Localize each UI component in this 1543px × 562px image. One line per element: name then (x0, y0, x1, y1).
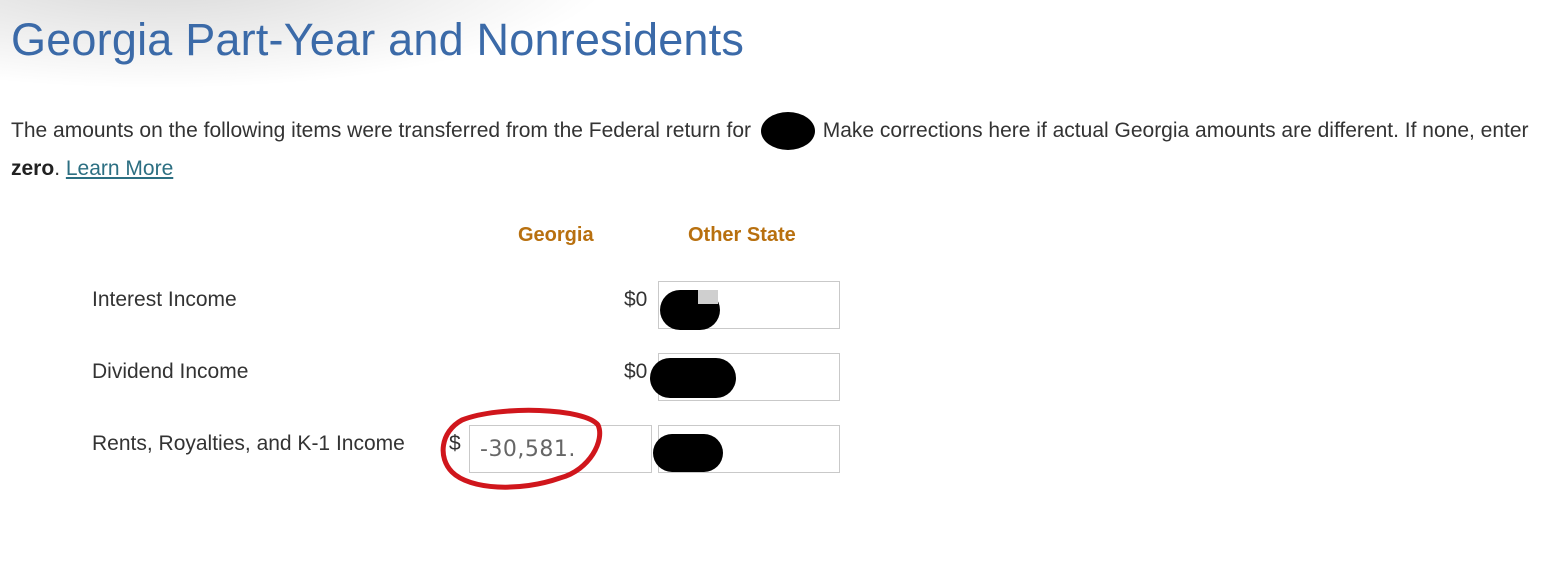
redaction-mark (760, 112, 815, 151)
page-title: Georgia Part-Year and Nonresidents (11, 14, 745, 65)
row-label-dividend-income: Dividend Income (92, 360, 249, 383)
georgia-rents-field[interactable] (470, 426, 651, 472)
currency-symbol: $ (449, 432, 461, 455)
row-label-interest-income: Interest Income (92, 288, 237, 311)
row-label-rents-royalties: Rents, Royalties, and K-1 Income (92, 432, 405, 455)
page: Georgia Part-Year and Nonresidents The a… (0, 0, 1543, 562)
georgia-value-interest-income: $0 (624, 288, 648, 311)
georgia-value-dividend-income: $0 (624, 360, 648, 383)
intro-text-before: The amounts on the following items were … (11, 119, 752, 142)
intro-bold-zero: zero (11, 157, 55, 181)
redaction-gray-patch (698, 290, 718, 304)
intro-text: The amounts on the following items were … (11, 112, 1531, 188)
column-header-other-state: Other State (688, 224, 796, 246)
redaction-mark (653, 434, 723, 472)
learn-more-link[interactable]: Learn More (66, 157, 173, 180)
intro-text-after: Make corrections here if actual Georgia … (822, 119, 1529, 142)
redaction-mark (650, 358, 736, 398)
column-header-georgia: Georgia (518, 224, 594, 246)
georgia-rents-input[interactable] (469, 425, 652, 473)
intro-period: . (54, 157, 61, 181)
